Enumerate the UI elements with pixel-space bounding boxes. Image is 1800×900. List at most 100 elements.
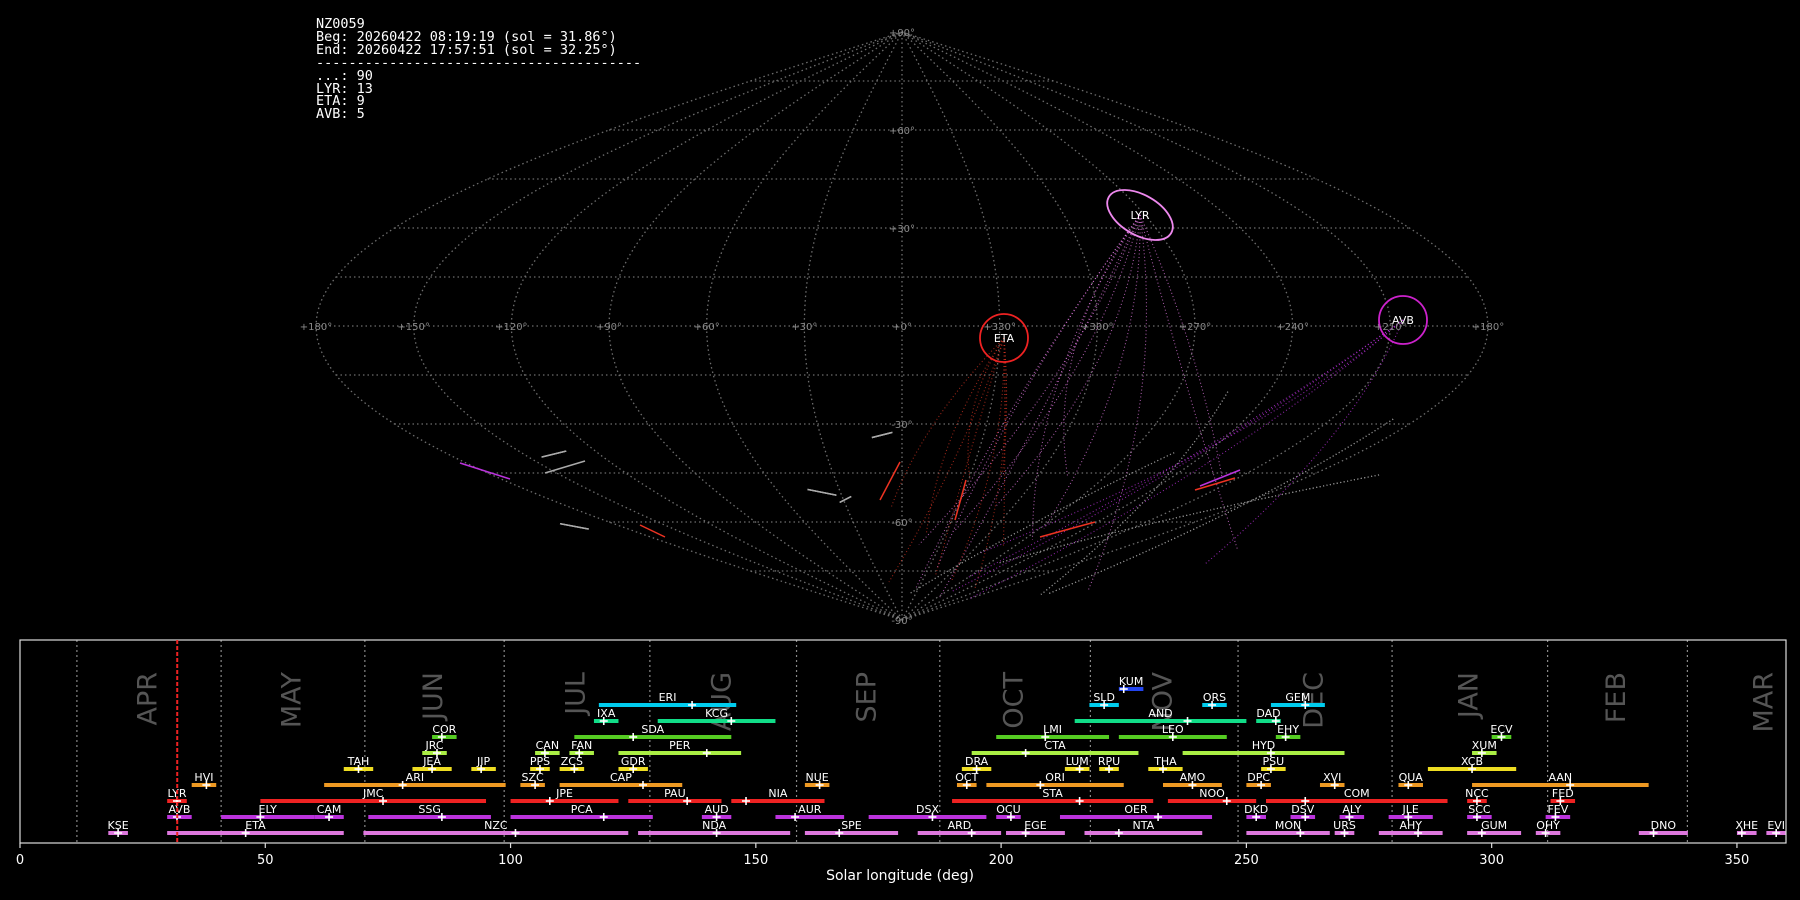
- shower-jmc: JMC: [260, 787, 487, 805]
- trail-path: [1047, 418, 1394, 595]
- trail-segment: [839, 495, 852, 503]
- shower-avb: AVB: [167, 803, 192, 821]
- shower-label: CAN: [536, 739, 559, 752]
- shower-label: XHE: [1735, 819, 1758, 832]
- shower-ehy: EHY: [1275, 723, 1301, 741]
- shower-label: PAU: [664, 787, 686, 800]
- trail-path: [1040, 391, 1229, 595]
- trail-path: [998, 474, 1380, 564]
- shower-noo: NOO: [1167, 787, 1257, 805]
- trail-path: [1047, 418, 1394, 595]
- shower-label: EGE: [1024, 819, 1046, 832]
- lat-label: -60°: [891, 518, 912, 529]
- meteor-trails: [459, 214, 1404, 600]
- trail-segment: [541, 450, 567, 458]
- shower-ixa: IXA: [593, 707, 619, 725]
- shower-label: ZCS: [561, 755, 583, 768]
- shower-xcb: XCB: [1427, 755, 1517, 773]
- shower-label: ORS: [1203, 691, 1226, 704]
- shower-label: ARD: [948, 819, 972, 832]
- shower-label: NDA: [702, 819, 727, 832]
- trail-path: [967, 319, 1404, 579]
- shower-label: XVI: [1323, 771, 1341, 784]
- month-label: JUL: [561, 672, 592, 717]
- trail-path: [936, 214, 1141, 569]
- shower-xvi: XVI: [1319, 771, 1345, 789]
- shower-label: DAD: [1256, 707, 1280, 720]
- shower-label: TAH: [347, 755, 370, 768]
- trail-path: [1063, 214, 1141, 478]
- shower-label: JEA: [422, 755, 441, 768]
- trail-path: [973, 337, 1007, 590]
- trail-path: [1002, 337, 1006, 548]
- shower-label: AAN: [1549, 771, 1573, 784]
- shower-nue: NUE: [804, 771, 830, 789]
- shower-label: EHY: [1277, 723, 1299, 736]
- shower-label: QUA: [1399, 771, 1424, 784]
- meridian-line: [803, 31, 903, 621]
- trail-path: [980, 319, 1404, 554]
- lon-label: +210°: [1374, 322, 1406, 333]
- trail-path: [1040, 391, 1229, 595]
- shower-label: LMI: [1043, 723, 1062, 736]
- lon-label: +150°: [397, 322, 429, 333]
- month-label: JUN: [418, 672, 449, 722]
- shower-evi: EVI: [1766, 819, 1786, 837]
- x-tick-label: 150: [743, 853, 768, 868]
- shower-kum: KUM: [1118, 675, 1144, 693]
- month-label: FEB: [1601, 672, 1632, 723]
- trail-segment: [871, 431, 893, 439]
- lat-label: -30°: [891, 420, 912, 431]
- shower-label: AMO: [1180, 771, 1206, 784]
- x-axis: 0 50 100 150 200 250 300 350: [16, 843, 1749, 868]
- shower-jip: JIP: [471, 755, 496, 773]
- shower-label: DRA: [965, 755, 989, 768]
- shower-szc: SZC: [520, 771, 545, 789]
- lat-label: +90°: [889, 28, 915, 39]
- shower-ocu: OCU: [996, 803, 1021, 821]
- lon-label: +180°: [1472, 322, 1504, 333]
- trail-path: [1047, 418, 1394, 595]
- trail-path: [1047, 418, 1394, 595]
- lon-label: +120°: [495, 322, 527, 333]
- shower-mon: MON: [1246, 819, 1330, 837]
- trail-segment: [459, 462, 511, 480]
- shower-label: JRC: [425, 739, 444, 752]
- trail-path: [934, 337, 1005, 577]
- sky-map: LYRETAAVB +180° +150° +120° +90° +60° +30° +0°…: [300, 28, 1504, 627]
- shower-label: ORI: [1045, 771, 1065, 784]
- x-tick-label: 50: [257, 853, 274, 868]
- shower-dkd: DKD: [1244, 803, 1268, 821]
- shower-label: LEO: [1162, 723, 1184, 736]
- shower-label: LUM: [1066, 755, 1089, 768]
- month-label: OCT: [999, 672, 1030, 729]
- shower-label: JMC: [362, 787, 384, 800]
- shower-label: RPU: [1098, 755, 1120, 768]
- lon-label: +30°: [791, 322, 817, 333]
- meridian-line: [901, 31, 1391, 621]
- shower-label: FAN: [571, 739, 592, 752]
- lon-label: +180°: [300, 322, 332, 333]
- lat-label: +60°: [889, 126, 915, 137]
- month-label: MAY: [276, 672, 307, 729]
- shower-tha: THA: [1148, 755, 1183, 773]
- shower-label: DSX: [916, 803, 939, 816]
- station-info: NZ0059 Beg: 20260422 08:19:19 (sol = 31.8…: [316, 17, 641, 121]
- shower-label: EVI: [1767, 819, 1785, 832]
- shower-label: PPS: [530, 755, 550, 768]
- shower-urs: URS: [1333, 819, 1356, 837]
- shower-hvi: HVI: [191, 771, 217, 789]
- trail-path: [998, 474, 1380, 564]
- shower-label: NOO: [1199, 787, 1225, 800]
- shower-label: GEM: [1285, 691, 1310, 704]
- trail-segment: [1039, 521, 1096, 538]
- trail-path: [1040, 391, 1229, 595]
- shower-aur: AUR: [775, 803, 845, 821]
- trail-path: [953, 214, 1141, 533]
- shower-label: CAP: [610, 771, 632, 784]
- shower-label: DPC: [1247, 771, 1270, 784]
- trail-path: [1203, 319, 1404, 566]
- trail-path: [998, 474, 1380, 564]
- shower-kse: KSE: [108, 819, 129, 837]
- trail-path: [998, 474, 1380, 564]
